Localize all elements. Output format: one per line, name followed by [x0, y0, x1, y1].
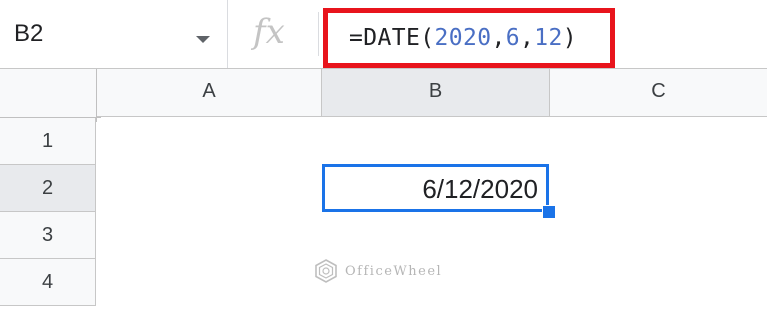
column-header-b[interactable]: B — [322, 69, 550, 117]
watermark: OfficeWheel — [313, 258, 442, 284]
row-header-4[interactable]: 4 — [0, 259, 96, 306]
formula-input[interactable]: =DATE(2020,6,12) — [349, 25, 577, 51]
formula-token: , — [519, 25, 535, 51]
row-header-3[interactable]: 3 — [0, 212, 96, 259]
fx-icon: fx — [253, 12, 285, 52]
formula-token: 6 — [505, 25, 520, 51]
active-cell-b2[interactable]: 6/12/2020 — [322, 164, 549, 212]
watermark-text: OfficeWheel — [345, 263, 443, 279]
select-all-corner[interactable] — [0, 69, 101, 122]
column-header-a[interactable]: A — [97, 69, 322, 117]
formula-token: ) — [562, 25, 577, 51]
name-box-cell-ref: B2 — [14, 20, 44, 47]
officewheel-logo-icon — [315, 259, 337, 283]
formula-token: , — [491, 25, 506, 51]
formula-divider — [318, 12, 319, 56]
fill-handle[interactable] — [542, 205, 556, 219]
formula-token: =DATE( — [349, 25, 435, 51]
formula-token: 2020 — [434, 25, 492, 51]
formula-input-highlight: =DATE(2020,6,12) — [323, 8, 615, 68]
row-header-2[interactable]: 2 — [0, 165, 96, 212]
caret-down-icon[interactable] — [196, 36, 210, 43]
name-box[interactable]: B2 — [0, 0, 228, 68]
cell-value: 6/12/2020 — [422, 174, 538, 204]
formula-bar: B2 fx =DATE(2020,6,12) — [0, 0, 767, 69]
formula-token: 12 — [534, 25, 563, 51]
row-header-1[interactable]: 1 — [0, 118, 96, 165]
column-header-c[interactable]: C — [550, 69, 767, 117]
